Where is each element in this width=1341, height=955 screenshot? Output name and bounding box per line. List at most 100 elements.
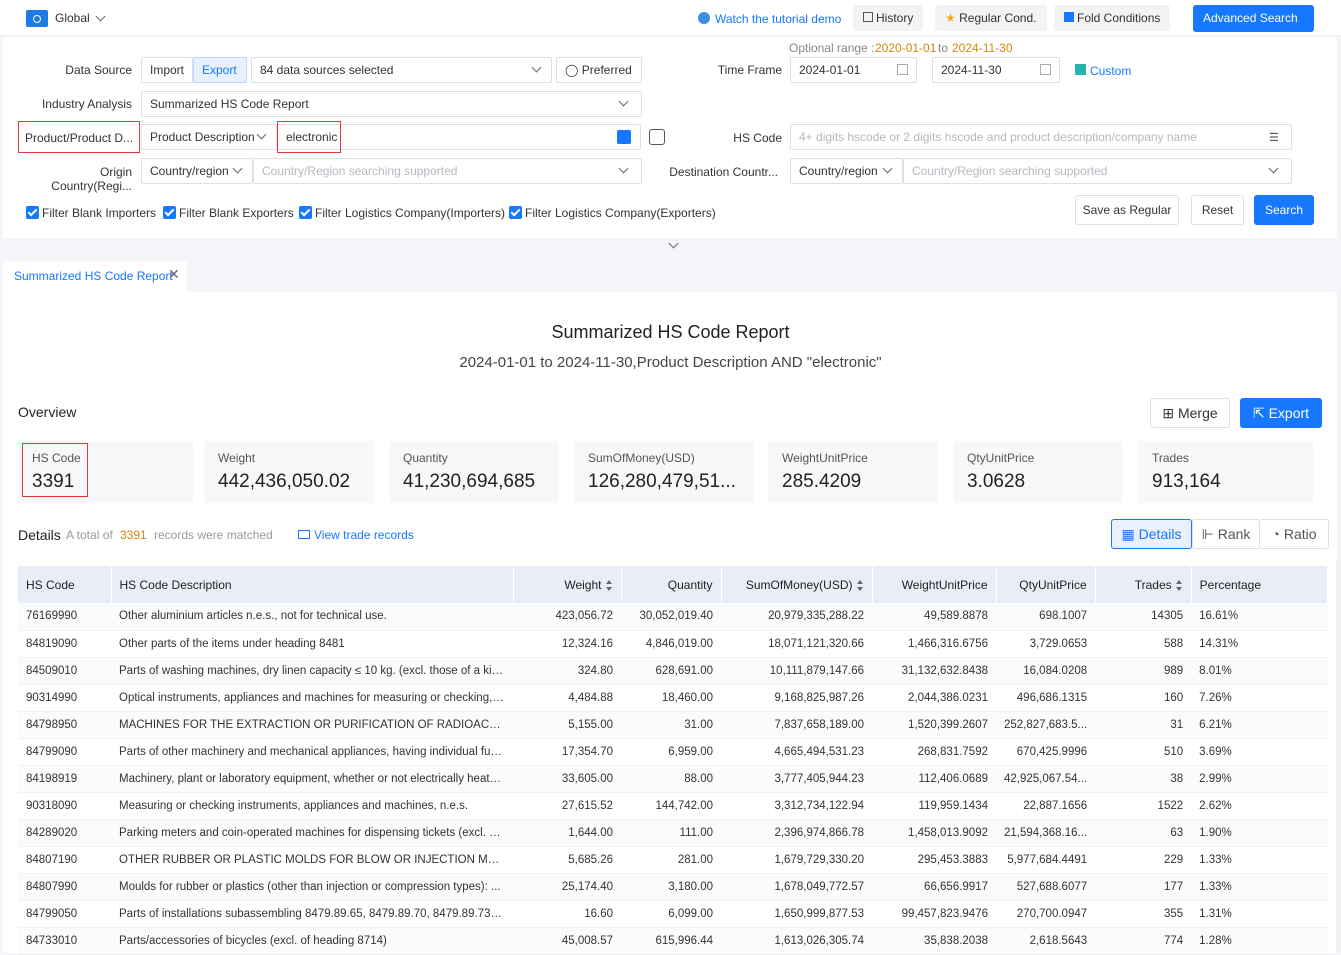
highlight-box — [22, 443, 88, 497]
table-cell: 6.21% — [1191, 711, 1328, 739]
table-row[interactable]: 84807990 Moulds for rubber or plastics (o… — [18, 873, 1328, 901]
import-toggle[interactable]: Import — [141, 57, 193, 83]
fold-conditions-button[interactable]: Fold Conditions — [1054, 5, 1171, 31]
table-cell: 14305 — [1095, 603, 1192, 631]
table-row[interactable]: 84798950 MACHINES FOR THE EXTRACTION OR P… — [18, 711, 1328, 739]
table-row[interactable]: 84799090 Parts of other machinery and mec… — [18, 738, 1328, 766]
reset-button[interactable]: Reset — [1191, 195, 1244, 225]
date-to-value: 2024-11-30 — [941, 63, 1002, 77]
collapse-chevron-icon[interactable] — [668, 238, 679, 249]
table-cell: 90318090 — [18, 792, 111, 820]
sort-icon[interactable] — [605, 579, 613, 591]
destination-type-value: Country/region — [799, 164, 878, 178]
column-header-trades[interactable]: Trades — [1095, 566, 1192, 603]
custom-link[interactable]: Custom — [1090, 64, 1131, 78]
table-cell: 144,742.00 — [621, 792, 721, 820]
close-icon[interactable]: ✕ — [168, 266, 180, 283]
top-bar: Global Watch the tutorial demo History ★… — [0, 0, 1341, 51]
preferred-button[interactable]: ◯ Preferred — [556, 57, 642, 83]
table-cell: 295,453.3883 — [872, 846, 996, 874]
table-row[interactable]: 84509010 Parts of washing machines, dry l… — [18, 657, 1328, 685]
scrollbar[interactable] — [1336, 560, 1341, 953]
view-tab-rank[interactable]: ⊩ Rank — [1192, 519, 1260, 549]
advanced-search-button[interactable]: Advanced Search › — [1193, 5, 1314, 51]
tutorial-link[interactable]: Watch the tutorial demo — [715, 12, 841, 26]
table-cell: Parts of washing machines, dry linen cap… — [111, 657, 513, 685]
table-cell: 2.62% — [1191, 792, 1328, 820]
industry-select[interactable]: Summarized HS Code Report — [141, 91, 642, 117]
table-cell: 30,052,019.40 — [621, 603, 721, 631]
table-cell: 6,959.00 — [621, 738, 721, 766]
table-cell: Other parts of the items under heading 8… — [111, 630, 513, 658]
column-header-sum-of-money[interactable]: SumOfMoney(USD) — [721, 566, 873, 603]
table-row[interactable]: 84733010 Parts/accessories of bicycles (e… — [18, 927, 1328, 955]
table-cell: 989 — [1095, 657, 1192, 685]
table-cell: 1,644.00 — [513, 819, 621, 847]
table-row[interactable]: 84289020 Parking meters and coin-operated… — [18, 819, 1328, 847]
translate-icon[interactable] — [617, 130, 631, 144]
hs-code-input[interactable]: 4+ digits hscode or 2 digits hscode and … — [790, 124, 1292, 150]
column-header-hs-code[interactable]: HS Code — [18, 566, 112, 603]
column-header-qty-unit-price[interactable]: QtyUnitPrice — [996, 566, 1096, 603]
table-cell: 21,594,368.16... — [996, 819, 1096, 847]
view-tab-details[interactable]: ▦ Details — [1111, 519, 1192, 549]
tab-label: Summarized HS Code Report — [14, 269, 173, 283]
column-header-quantity[interactable]: Quantity — [621, 566, 722, 603]
ai-assist-icon[interactable] — [649, 129, 665, 145]
calendar-icon — [897, 64, 908, 75]
table-cell: 4,846,019.00 — [621, 630, 721, 658]
table-cell: 229 — [1095, 846, 1192, 874]
table-cell: 18,071,121,320.66 — [721, 630, 872, 658]
checkbox-filter-blank-importers[interactable] — [26, 206, 39, 219]
table-row[interactable]: 84799050 Parts of installations subassemb… — [18, 900, 1328, 928]
table-row[interactable]: 90318090 Measuring or checking instrument… — [18, 792, 1328, 820]
product-type-select[interactable]: Product Description — [141, 124, 277, 150]
header-label: Weight — [564, 577, 602, 592]
header-label: SumOfMoney(USD) — [745, 577, 853, 592]
stat-value: 41,230,694,685 — [403, 471, 536, 492]
sort-icon[interactable] — [1175, 579, 1183, 591]
destination-input[interactable]: Country/Region searching supported — [903, 158, 1292, 184]
table-row[interactable]: 90314990 Optical instruments, appliances … — [18, 684, 1328, 712]
header-label: HS Code Description — [119, 577, 232, 592]
stat-card-weight: Weight 442,436,050.02 — [204, 441, 374, 503]
view-tab-label: Rank — [1217, 526, 1251, 542]
regular-label: Regular Cond. — [959, 11, 1037, 25]
table-row[interactable]: 84819090 Other parts of the items under h… — [18, 630, 1328, 658]
table-row[interactable]: 84198919 Machinery, plant or laboratory e… — [18, 765, 1328, 793]
column-header-description[interactable]: HS Code Description — [111, 566, 514, 603]
fold-icon — [1064, 12, 1074, 22]
checkbox-filter-logistics-exporters[interactable] — [509, 206, 522, 219]
table-cell: 18,460.00 — [621, 684, 721, 712]
table-cell: Other aluminium articles n.e.s., not for… — [111, 603, 513, 631]
data-sources-select[interactable]: 84 data sources selected — [251, 57, 552, 83]
stat-label: QtyUnitPrice — [967, 451, 1035, 465]
checkbox-filter-blank-exporters[interactable] — [163, 206, 176, 219]
table-cell: 119,959.1434 — [872, 792, 996, 820]
industry-analysis-label: Industry Analysis — [41, 97, 132, 111]
export-icon: ⇱ — [1252, 405, 1265, 421]
save-as-regular-button[interactable]: Save as Regular — [1075, 195, 1179, 225]
region-select[interactable]: Global — [55, 11, 90, 25]
stat-value: 126,280,479,51... — [588, 471, 736, 492]
header-label: Percentage — [1199, 577, 1262, 592]
column-header-weight-unit-price[interactable]: WeightUnitPrice — [872, 566, 997, 603]
table-cell: 112,406.0689 — [872, 765, 996, 793]
column-header-weight[interactable]: Weight — [513, 566, 622, 603]
list-icon[interactable]: ☰ — [1269, 131, 1279, 144]
view-tab-ratio[interactable]: ◔ Ratio — [1259, 519, 1329, 549]
export-toggle[interactable]: Export — [193, 57, 247, 83]
regular-cond-button[interactable]: ★ Regular Cond. — [935, 5, 1047, 31]
sort-icon[interactable] — [856, 579, 864, 591]
search-button[interactable]: Search — [1254, 195, 1314, 225]
table-cell: Parts of other machinery and mechanical … — [111, 738, 513, 766]
checkbox-filter-logistics-importers[interactable] — [299, 206, 312, 219]
export-button[interactable]: ⇱ Export — [1240, 398, 1322, 428]
column-header-percentage[interactable]: Percentage — [1191, 566, 1329, 603]
view-trade-records-link[interactable]: View trade records — [314, 528, 414, 542]
merge-button[interactable]: ⊞ Merge — [1150, 398, 1230, 428]
table-row[interactable]: 84807190 OTHER RUBBER OR PLASTIC MOLDS FO… — [18, 846, 1328, 874]
origin-input[interactable]: Country/Region searching supported — [253, 158, 642, 184]
history-button[interactable]: History — [853, 5, 924, 31]
table-row[interactable]: 76169990 Other aluminium articles n.e.s.,… — [18, 603, 1328, 631]
